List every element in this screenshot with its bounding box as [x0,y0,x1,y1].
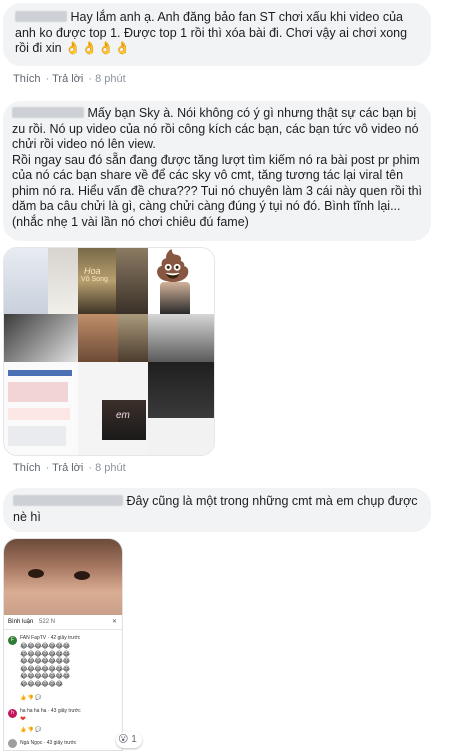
comment-bubble-3: Đây cũng là một trong những cmt mà em ch… [3,488,431,532]
commenter-name-redacted[interactable] [13,495,123,506]
phone-comment-meta: ha ha ha ha · 43 giây trước [20,708,81,714]
reply-link[interactable]: Trả lời [52,73,83,85]
thumbs-up-icon[interactable]: 👍 👎 💬 [20,695,41,701]
video-thumbnail [4,539,122,615]
timestamp: 8 phút [95,462,126,474]
collage-tile: 💩 [148,248,214,314]
collage-tile [118,314,148,362]
avatar: h [8,709,17,718]
phone-comment-meta: FAN FapTV · 42 giây trước [20,635,81,641]
thumbs-up-icon[interactable]: 👍 👎 💬 [20,727,41,733]
timestamp: 8 phút [95,73,126,85]
collage-tile [78,314,118,362]
poster-caption: em [116,410,130,421]
poster-caption: Vô Song [81,276,108,283]
collage-tile: em [78,362,148,455]
comment-text-body: Rồi ngay sau đó sẵn đang được tăng lượt … [12,152,423,229]
avatar [8,739,17,748]
collage-tile [116,248,148,314]
reaction-count: 1 [131,734,137,745]
laughing-emoji-grid: 😂😂😂😂😂😂😂 😂😂😂😂😂😂😂 😂😂😂😂😂😂😂 😂😂😂😂😂😂😂 😂😂😂😂😂😂😂 … [20,643,70,688]
avatar: F [8,636,17,645]
collage-tile [4,248,48,314]
poster-hoa-vo-song: Hoa Vô Song [78,248,116,314]
like-link[interactable]: Thích [13,462,41,474]
comment-actions-1: Thích · Trả lời · 8 phút [13,73,126,85]
reply-link[interactable]: Trả lời [52,462,83,474]
heart-icon: ❤ [20,716,26,723]
collage-tile [148,362,214,455]
ok-hand-emoji-icon: 👌👌👌👌 [65,41,132,55]
reaction-badge[interactable]: 😮 1 [116,732,142,748]
comment-bubble-1: Hay lắm anh ạ. Anh đăng bảo fan ST chơi … [3,3,431,66]
poster-caption: Hoa [84,266,101,276]
phone-screenshot-image[interactable]: Bình luận 522 N ✕ F FAN FapTV · 42 giây … [3,538,123,751]
wow-emoji-icon: 😮 [118,734,129,745]
poop-emoji-icon: 💩 [154,250,192,283]
collage-tile [4,314,78,362]
collage-tile [48,248,78,314]
commenter-name-redacted[interactable] [12,107,84,118]
phone-comment-meta: Ngà Ngọc · 43 giây trước [20,740,77,746]
close-icon[interactable]: ✕ [112,618,117,625]
collage-tile [148,314,214,362]
screenshot-collage-image[interactable]: Hoa Vô Song 💩 em [3,247,215,456]
commenter-name-redacted[interactable] [15,11,67,22]
comments-header: Bình luận 522 N [8,619,56,625]
collage-tile [4,362,78,455]
comment-actions-2: Thích · Trả lời · 8 phút [13,462,126,474]
like-link[interactable]: Thích [13,73,41,85]
comment-bubble-2: Mấy bạn Sky à. Nói không có ý gì nhưng t… [3,101,431,241]
